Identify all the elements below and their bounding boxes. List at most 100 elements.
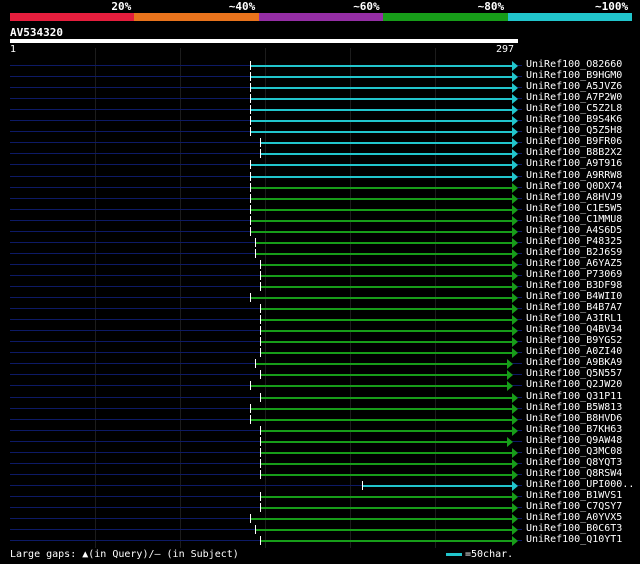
hit-label[interactable]: UniRef100_B5W813 — [526, 402, 622, 413]
hit-label[interactable]: UniRef100_Q10YT1 — [526, 534, 622, 545]
hit-bar[interactable] — [260, 495, 512, 498]
hit-label[interactable]: UniRef100_P73069 — [526, 269, 622, 280]
hit-label[interactable]: UniRef100_Q2JW20 — [526, 379, 622, 390]
hit-label[interactable]: UniRef100_Q5Z5H8 — [526, 125, 622, 136]
hit-bar[interactable] — [250, 108, 512, 111]
hit-bar[interactable] — [260, 451, 512, 454]
hit-bar[interactable] — [260, 506, 512, 509]
hit-bar[interactable] — [260, 396, 512, 399]
hit-start-marker — [250, 172, 251, 181]
hit-bar[interactable] — [250, 384, 507, 387]
hit-bar[interactable] — [260, 263, 512, 266]
hit-label[interactable]: UniRef100_Q8YQT3 — [526, 457, 622, 468]
hit-bar[interactable] — [250, 186, 512, 189]
hit-label[interactable]: UniRef100_B9S4K6 — [526, 114, 622, 125]
hit-label[interactable]: UniRef100_Q9AW48 — [526, 435, 622, 446]
legend-segment — [507, 13, 632, 21]
hit-label[interactable]: UniRef100_A9BKA9 — [526, 357, 622, 368]
hit-label[interactable]: UniRef100_C7QSY7 — [526, 501, 622, 512]
hit-label[interactable]: UniRef100_Q8RSW4 — [526, 468, 622, 479]
hit-label[interactable]: UniRef100_B7KH63 — [526, 424, 622, 435]
hit-label[interactable]: UniRef100_B1WVS1 — [526, 490, 622, 501]
hit-label[interactable]: UniRef100_A6YAZ5 — [526, 258, 622, 269]
hit-bar[interactable] — [250, 64, 512, 67]
hit-bar[interactable] — [250, 75, 512, 78]
hit-bar[interactable] — [250, 163, 512, 166]
hit-label[interactable]: UniRef100_A0ZI40 — [526, 346, 622, 357]
hit-bar[interactable] — [260, 329, 512, 332]
hit-bar[interactable] — [250, 130, 512, 133]
hit-label[interactable]: UniRef100_P48325 — [526, 236, 622, 247]
hit-end-arrow — [512, 237, 518, 248]
hit-bar[interactable] — [260, 340, 512, 343]
hit-label[interactable]: UniRef100_Q5N557 — [526, 368, 622, 379]
hit-bar[interactable] — [250, 296, 512, 299]
hit-label[interactable]: UniRef100_C1E5W5 — [526, 203, 622, 214]
hit-bar[interactable] — [250, 97, 512, 100]
hit-bar[interactable] — [250, 517, 512, 520]
hit-bar[interactable] — [260, 285, 512, 288]
legend-segment — [134, 13, 259, 21]
hit-bar[interactable] — [260, 539, 512, 542]
hit-bar[interactable] — [260, 429, 512, 432]
hit-label[interactable]: UniRef100_C1MMU8 — [526, 214, 622, 225]
grid-line — [95, 48, 96, 548]
hit-label[interactable]: UniRef100_B4B7A7 — [526, 302, 622, 313]
hit-label[interactable]: UniRef100_A9RRW8 — [526, 170, 622, 181]
hit-bar[interactable] — [250, 407, 512, 410]
hit-label[interactable]: UniRef100_Q31P11 — [526, 391, 622, 402]
hit-bar[interactable] — [250, 119, 512, 122]
hit-bar[interactable] — [255, 241, 512, 244]
hit-bar[interactable] — [260, 152, 512, 155]
hit-bar[interactable] — [260, 373, 507, 376]
hit-bar[interactable] — [250, 219, 512, 222]
hit-bar[interactable] — [250, 197, 512, 200]
hit-label[interactable]: UniRef100_B8B2X2 — [526, 147, 622, 158]
hit-start-marker — [250, 404, 251, 413]
hit-bar[interactable] — [255, 362, 507, 365]
legend-segment — [258, 13, 384, 21]
hit-bar[interactable] — [260, 141, 512, 144]
hit-bar[interactable] — [361, 484, 512, 487]
hit-label[interactable]: UniRef100_O82660 — [526, 59, 622, 70]
hit-bar[interactable] — [250, 175, 512, 178]
hit-bar[interactable] — [250, 230, 512, 233]
hit-label[interactable]: UniRef100_C5Z2L8 — [526, 103, 622, 114]
hit-label[interactable]: UniRef100_A7P2W0 — [526, 92, 622, 103]
hit-start-marker — [250, 160, 251, 169]
hit-end-arrow — [512, 447, 518, 458]
hit-label[interactable]: UniRef100_A8HVJ9 — [526, 192, 622, 203]
hit-end-arrow — [512, 226, 518, 237]
hit-bar[interactable] — [260, 307, 512, 310]
hit-bar[interactable] — [250, 208, 512, 211]
hit-bar[interactable] — [250, 418, 512, 421]
hit-label[interactable]: UniRef100_A9T916 — [526, 158, 622, 169]
hit-label[interactable]: UniRef100_B9YGS2 — [526, 335, 622, 346]
hit-label[interactable]: UniRef100_B0C6T3 — [526, 523, 622, 534]
hit-label[interactable]: UniRef100_B9FR06 — [526, 136, 622, 147]
hit-bar[interactable] — [260, 318, 512, 321]
hit-label[interactable]: UniRef100_A3IRL1 — [526, 313, 622, 324]
hit-label[interactable]: UniRef100_Q4BV34 — [526, 324, 622, 335]
hit-label[interactable]: UniRef100_A5JVZ6 — [526, 81, 622, 92]
hit-label[interactable]: UniRef100_UPI000.. — [526, 479, 634, 490]
hit-label[interactable]: UniRef100_A0YVX5 — [526, 512, 622, 523]
hit-bar[interactable] — [255, 252, 512, 255]
hit-label[interactable]: UniRef100_Q0DX74 — [526, 181, 622, 192]
hit-label[interactable]: UniRef100_A4S6D5 — [526, 225, 622, 236]
hit-bar[interactable] — [260, 473, 512, 476]
hit-bar[interactable] — [250, 86, 512, 89]
hit-bar[interactable] — [260, 274, 512, 277]
hit-label[interactable]: UniRef100_B4WII0 — [526, 291, 622, 302]
hit-start-marker — [255, 525, 257, 534]
hit-label[interactable]: UniRef100_B9HGM0 — [526, 70, 622, 81]
hit-bar[interactable] — [260, 440, 507, 443]
hit-label[interactable]: UniRef100_B2J6S9 — [526, 247, 622, 258]
hit-label[interactable]: UniRef100_B3DF98 — [526, 280, 622, 291]
hit-label[interactable]: UniRef100_B8HVD6 — [526, 413, 622, 424]
hit-bar[interactable] — [260, 462, 512, 465]
hit-bar[interactable] — [255, 528, 512, 531]
hit-label[interactable]: UniRef100_Q3MC08 — [526, 446, 622, 457]
hit-bar[interactable] — [260, 351, 512, 354]
hit-end-arrow — [512, 171, 518, 182]
